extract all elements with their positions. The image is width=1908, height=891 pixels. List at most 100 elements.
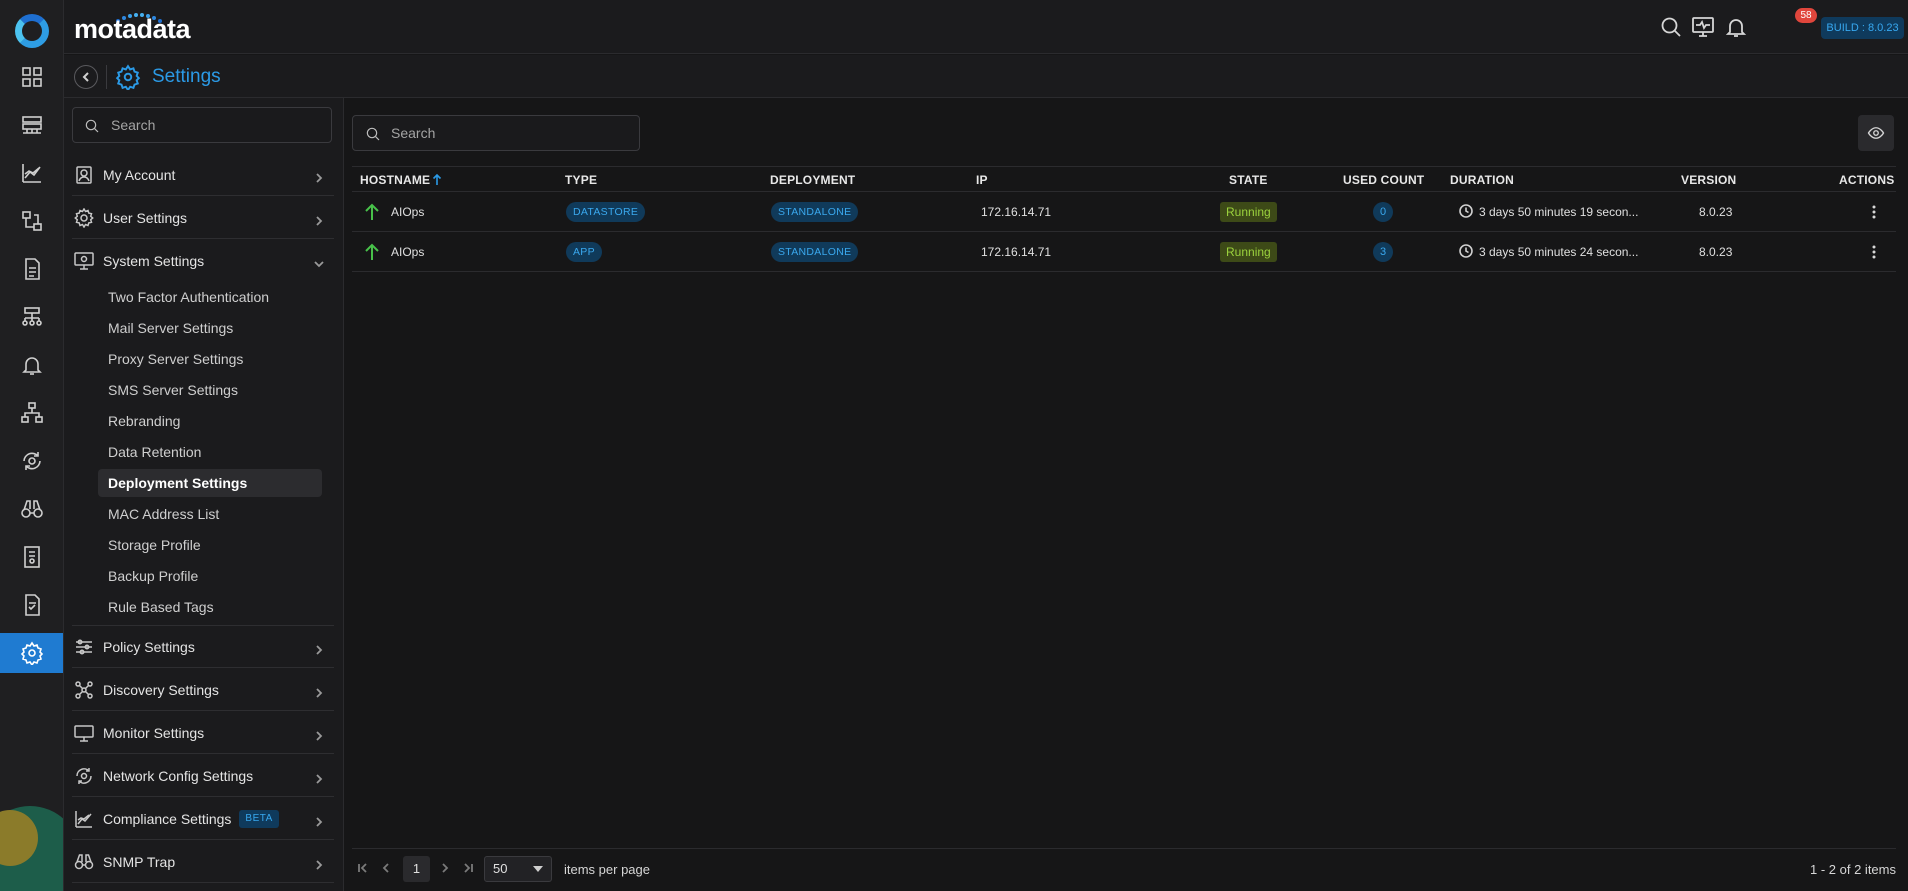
state-badge: Running [1220, 202, 1277, 222]
inventory-servers-icon[interactable] [0, 105, 63, 145]
sidebar-search[interactable] [72, 107, 332, 143]
metric-explorer-icon[interactable] [0, 153, 63, 193]
next-page-icon[interactable] [438, 861, 452, 875]
sidebar-group-label: Policy Settings [103, 638, 195, 655]
discovery-icon [74, 680, 94, 700]
sidebar-group-discovery-settings[interactable]: Discovery Settings [72, 669, 334, 711]
sidebar-group-monitor-settings[interactable]: Monitor Settings [72, 712, 334, 754]
monitor-icon [74, 723, 94, 743]
chevron-down-icon [314, 256, 324, 268]
notification-bell-icon[interactable] [1724, 15, 1748, 39]
sliders-icon [74, 637, 94, 657]
sort-ascending-icon[interactable] [432, 174, 442, 186]
sidebar-group-label: Compliance Settings [103, 810, 232, 827]
deployment-chip: STANDALONE [771, 242, 859, 262]
sidebar-item-data-retention[interactable]: Data Retention [98, 438, 322, 466]
previous-page-icon[interactable] [379, 861, 393, 875]
sidebar-item-deployment-settings[interactable]: Deployment Settings [98, 469, 322, 497]
audit-checklist-icon[interactable] [0, 585, 63, 625]
build-version-badge: BUILD : 8.0.23 [1821, 17, 1904, 39]
binoculars-icon[interactable] [0, 489, 63, 529]
chevron-right-icon [314, 213, 324, 226]
sidebar-item-rule-based-tags[interactable]: Rule Based Tags [98, 593, 322, 621]
sidebar-item-sms-server-settings[interactable]: SMS Server Settings [98, 376, 322, 404]
sidebar-item-storage-profile[interactable]: Storage Profile [98, 531, 322, 559]
compliance-icon [74, 809, 94, 829]
sidebar-group-label: SNMP Trap [103, 853, 176, 870]
chevron-right-icon [314, 814, 324, 827]
brand-logo[interactable]: motadata [74, 14, 191, 45]
pagination-bar: 1 50 items per page 1 - 2 of 2 items [352, 848, 1896, 891]
more-vertical-icon[interactable] [1866, 244, 1882, 260]
clock-icon [1459, 204, 1473, 218]
page-title: Settings [152, 66, 221, 87]
search-icon[interactable] [1659, 15, 1683, 39]
topology-flow-icon[interactable] [0, 201, 63, 241]
sidebar-item-rebranding[interactable]: Rebranding [98, 407, 322, 435]
cell-hostname: AIOps [391, 205, 425, 219]
sidebar-group-policy-settings[interactable]: Policy Settings [72, 626, 334, 668]
page-size-select[interactable]: 50 [484, 856, 552, 882]
search-icon [85, 119, 99, 133]
back-button[interactable] [74, 65, 98, 89]
automation-cycle-icon[interactable] [0, 441, 63, 481]
sidebar-group-network-config-settings[interactable]: Network Config Settings [72, 755, 334, 797]
column-visibility-button[interactable] [1858, 115, 1894, 151]
column-header-used-count[interactable]: USED COUNT [1343, 173, 1424, 187]
cell-version: 8.0.23 [1699, 245, 1733, 259]
sidebar-group-snmp-trap[interactable]: SNMP Trap [72, 841, 334, 883]
dashboard-icon[interactable] [0, 57, 63, 97]
column-header-hostname[interactable]: HOSTNAME [360, 173, 430, 187]
sidebar-search-input[interactable] [111, 108, 311, 142]
grid-search-input[interactable] [391, 116, 591, 150]
more-vertical-icon[interactable] [1866, 204, 1882, 220]
column-header-duration[interactable]: DURATION [1450, 173, 1514, 187]
table-row[interactable]: AIOps APP STANDALONE 172.16.14.71 Runnin… [352, 232, 1896, 272]
alerts-bell-icon[interactable] [0, 345, 63, 385]
cell-ip: 172.16.14.71 [981, 245, 1052, 259]
app-root: motadata 58 BUILD : 8.0.23 Settings Sear… [0, 0, 1908, 891]
settings-sidebar: My Account User Settings System Settings… [64, 98, 344, 891]
sidebar-item-backup-profile[interactable]: Backup Profile [98, 562, 322, 590]
left-nav-rail [0, 0, 64, 891]
reports-icon[interactable] [0, 249, 63, 289]
page-header: Settings [64, 55, 1908, 98]
app-logo-icon[interactable] [15, 14, 49, 48]
network-map-icon[interactable] [0, 297, 63, 337]
column-header-version[interactable]: VERSION [1681, 173, 1736, 187]
sidebar-item-two-factor-authentication[interactable]: Two Factor Authentication [98, 283, 322, 311]
sidebar-group-user-settings[interactable]: User Settings [72, 197, 334, 239]
current-page-button[interactable]: 1 [403, 856, 430, 882]
last-page-icon[interactable] [461, 861, 475, 875]
cell-duration: 3 days 50 minutes 19 secon... [1479, 205, 1639, 219]
column-header-ip[interactable]: IP [976, 173, 988, 187]
sidebar-group-compliance-settings[interactable]: Compliance Settings BETA [72, 798, 334, 840]
beta-badge: BETA [239, 809, 279, 828]
column-header-state[interactable]: STATE [1229, 173, 1268, 187]
items-per-page-label: items per page [564, 862, 650, 877]
monitor-pulse-icon[interactable] [1691, 15, 1715, 39]
clock-icon [1459, 244, 1473, 258]
status-up-arrow-icon [364, 243, 380, 261]
chevron-right-icon [314, 728, 324, 741]
sidebar-item-proxy-server-settings[interactable]: Proxy Server Settings [98, 345, 322, 373]
grid-search[interactable] [352, 115, 640, 151]
sidebar-item-mail-server-settings[interactable]: Mail Server Settings [98, 314, 322, 342]
chevron-right-icon [314, 642, 324, 655]
sidebar-group-label: System Settings [103, 253, 205, 269]
binoculars-icon [74, 852, 94, 872]
table-row[interactable]: AIOps DATASTORE STANDALONE 172.16.14.71 … [352, 192, 1896, 232]
hierarchy-icon[interactable] [0, 393, 63, 433]
settings-gear-icon[interactable] [0, 633, 63, 673]
logs-document-icon[interactable] [0, 537, 63, 577]
sidebar-group-my-account[interactable]: My Account [72, 154, 334, 196]
sidebar-group-label: My Account [103, 166, 176, 183]
sidebar-group-label: Discovery Settings [103, 681, 219, 698]
page-size-value: 50 [493, 861, 508, 876]
network-config-icon [74, 766, 94, 786]
sidebar-item-mac-address-list[interactable]: MAC Address List [98, 500, 322, 528]
column-header-type[interactable]: TYPE [565, 173, 597, 187]
column-header-deployment[interactable]: DEPLOYMENT [770, 173, 855, 187]
first-page-icon[interactable] [356, 861, 370, 875]
sidebar-group-system-settings[interactable]: System Settings [72, 240, 334, 282]
